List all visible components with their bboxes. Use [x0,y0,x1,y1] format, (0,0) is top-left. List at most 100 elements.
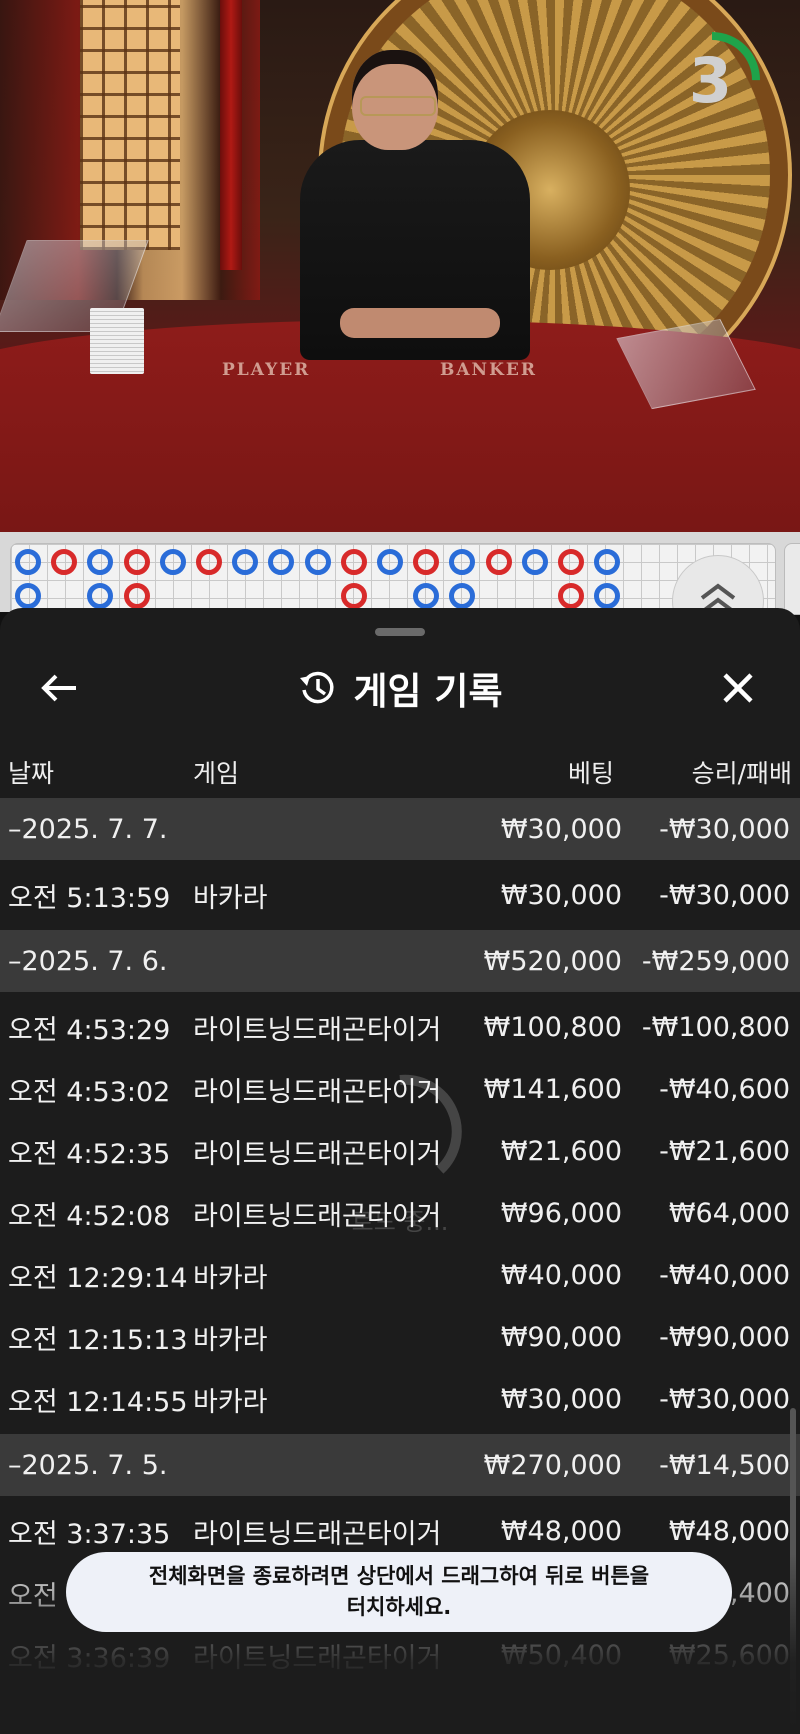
row-bet: ₩30,000 [500,1383,622,1415]
bead-player [268,549,295,575]
row-result: -₩100,800 [641,1011,790,1043]
sheet-header: 게임 기록 [0,648,800,728]
group-result-total: -₩30,000 [659,813,790,845]
row-result: -₩90,000 [659,1321,790,1353]
history-scrollbar[interactable] [790,1408,796,1734]
group-date: –2025. 7. 6. [8,945,168,977]
bead-banker [123,583,150,609]
arrow-left-icon [41,674,76,702]
column-header-date: 날짜 [8,759,55,788]
close-button[interactable] [708,660,768,716]
history-row[interactable]: 오전 5:13:59 바카라 ₩30,000 -₩30,000 [0,864,800,926]
bead-banker [485,549,512,575]
group-date: –2025. 7. 7. [8,813,168,845]
history-row[interactable]: 오전 12:14:55 바카라 ₩30,000 -₩30,000 [0,1368,800,1430]
page-title: 게임 기록 [353,670,503,713]
row-result: -₩30,000 [659,879,790,911]
row-result: -₩21,600 [659,1135,790,1167]
bead-player [413,583,440,609]
bead-player [159,549,186,575]
row-game: 바카라 [193,1324,268,1356]
bead-banker [558,549,584,575]
row-result: -₩40,600 [659,1073,790,1105]
bead-banker [558,583,584,609]
group-bet-total: ₩270,000 [483,1449,622,1481]
row-game: 바카라 [193,1386,268,1418]
countdown-timer: 3 [660,28,764,132]
bead-player [15,583,41,609]
spinner-icon [399,1074,462,1174]
table-label-banker: BANKER [440,360,537,380]
column-header-result: 승리/패배 [691,759,792,788]
row-bet: ₩100,800 [483,1011,622,1043]
bead-player [87,583,114,609]
row-bet: ₩96,000 [500,1197,622,1229]
sheet-drag-handle[interactable] [375,628,425,636]
row-time: 오전 4:53:29 [8,1014,171,1046]
bead-banker [123,549,150,575]
row-result: -₩30,000 [659,1383,790,1415]
row-time: 오전 12:14:55 [8,1386,188,1418]
side-panel-edge [784,543,800,615]
sheet-title-group: 게임 기록 [0,660,800,716]
group-date: –2025. 7. 5. [8,1449,168,1481]
bead-player [232,549,259,575]
bead-player [15,549,41,575]
group-bet-total: ₩520,000 [483,945,622,977]
row-time: 오전 12:15:13 [8,1324,188,1356]
row-time: 오전 5:13:59 [8,882,171,914]
bead-player [377,549,403,575]
table-header: 날짜 게임 베팅 승리/패배 [0,744,800,794]
row-time: 오전 4:52:35 [8,1138,171,1170]
history-row[interactable]: 오전 3:36:39 라이트닝드래곤타이거 ₩50,400 ₩25,600 [0,1624,800,1686]
row-bet: ₩90,000 [500,1321,622,1353]
row-game: 라이트닝드래곤타이거 [193,1642,442,1674]
bead-banker [340,583,367,609]
dealer [300,50,540,360]
row-result: -₩40,000 [659,1259,790,1291]
row-time: 오전 4:53:02 [8,1076,171,1108]
row-game: 바카라 [193,1262,268,1294]
bead-banker [196,549,222,575]
bead-banker [51,549,78,575]
lattice-screen [80,0,180,250]
bead-player [304,549,331,575]
date-group-row[interactable]: –2025. 7. 5. ₩270,000 -₩14,500 [0,1434,800,1496]
history-row[interactable]: 오전 4:53:29 라이트닝드래곤타이거 ₩100,800 -₩100,800 [0,996,800,1058]
column-header-bet: 베팅 [567,759,614,788]
column-header-game: 게임 [193,759,240,788]
row-bet: ₩21,600 [500,1135,622,1167]
row-bet: ₩30,000 [500,879,622,911]
bead-player [449,583,476,609]
history-row[interactable]: 오전 12:15:13 바카라 ₩90,000 -₩90,000 [0,1306,800,1368]
group-bet-total: ₩30,000 [500,813,622,845]
table-label-player: PLAYER [222,360,311,380]
loading-text: 로드 중... [351,1208,449,1236]
bead-player [521,549,548,575]
bead-player [87,549,114,575]
bead-banker [340,549,367,575]
date-group-row[interactable]: –2025. 7. 6. ₩520,000 -₩259,000 [0,930,800,992]
bead-player [594,583,621,609]
row-time: 오전 4:52:08 [8,1200,171,1232]
app-root: PLAYER BANKER 3 게임 기록 날짜 게임 베팅 승리/패배 –20… [0,0,800,1734]
live-dealer-video: PLAYER BANKER 3 [0,0,800,540]
history-row[interactable]: 오전 12:29:14 바카라 ₩40,000 -₩40,000 [0,1244,800,1306]
close-icon [723,673,753,703]
row-bet: ₩141,600 [483,1073,622,1105]
row-bet: ₩50,400 [500,1639,622,1671]
date-group-row[interactable]: –2025. 7. 7. ₩30,000 -₩30,000 [0,798,800,860]
group-result-total: -₩14,500 [659,1449,790,1481]
back-button[interactable] [30,660,90,716]
fullscreen-exit-toast: 전체화면을 종료하려면 상단에서 드래그하여 뒤로 버튼을 터치하세요. [66,1552,732,1632]
bead-player [594,549,621,575]
bead-player [449,549,476,575]
countdown-number: 3 [688,43,732,117]
row-time: 오전 3:36:39 [8,1642,171,1674]
bead-banker [413,549,440,575]
row-game: 라이트닝드래곤타이거 [193,1014,442,1046]
red-pillar [220,0,242,270]
card-stack [90,308,144,374]
toast-line-1: 전체화면을 종료하려면 상단에서 드래그하여 뒤로 버튼을 [148,1564,650,1588]
row-result: ₩64,000 [668,1197,790,1229]
